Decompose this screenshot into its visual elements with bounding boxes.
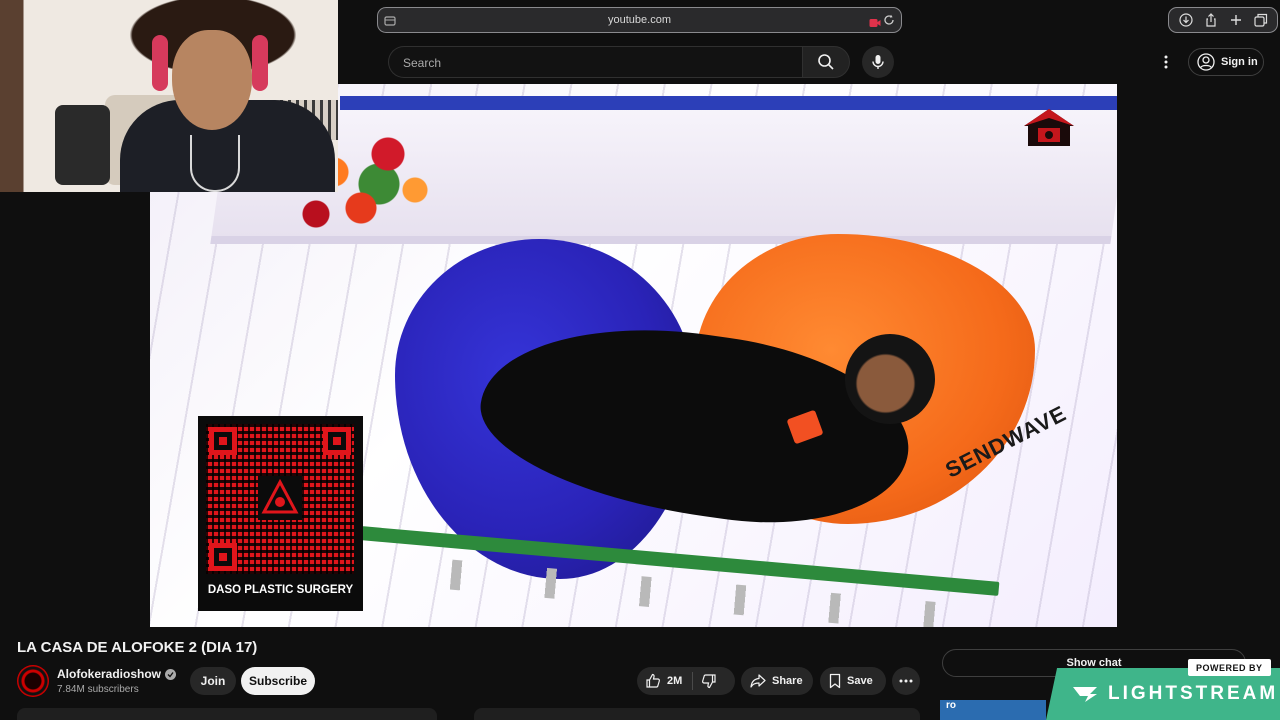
url-text: youtube.com [608, 14, 671, 26]
more-icon [899, 679, 913, 683]
more-actions-button[interactable] [892, 667, 920, 695]
video-title: LA CASA DE ALOFOKE 2 (DIA 17) [17, 639, 258, 656]
sign-in-label: Sign in [1221, 56, 1258, 68]
channel-avatar[interactable] [17, 665, 49, 697]
account-icon [1197, 53, 1215, 71]
channel-name[interactable]: Alofokeradioshow [57, 667, 161, 681]
powered-by-label: POWERED BY [1188, 659, 1271, 676]
search-button[interactable] [802, 46, 850, 78]
sign-in-button[interactable]: Sign in [1188, 48, 1264, 76]
like-icon [646, 673, 660, 688]
subscriber-count: 7.84M subscribers [57, 684, 139, 695]
qr-finder [323, 427, 351, 455]
house-logo-icon [1024, 109, 1074, 146]
plus-icon[interactable] [1228, 12, 1244, 28]
share-icon[interactable] [1203, 12, 1219, 28]
qr-finder [209, 543, 237, 571]
comments-box-edge[interactable] [474, 708, 920, 720]
share-label: Share [772, 675, 803, 687]
like-dislike-group: 2M [637, 667, 735, 695]
channel-name-row[interactable]: Alofokeradioshow [57, 667, 177, 681]
save-label: Save [847, 675, 873, 687]
like-count: 2M [667, 675, 683, 687]
video-desk-edge [340, 96, 1117, 110]
qr-code [206, 424, 354, 574]
tabs-icon[interactable] [1253, 12, 1269, 28]
video-person-head [845, 334, 935, 424]
webcam-chain [190, 135, 240, 192]
save-button[interactable]: Save [820, 667, 886, 695]
browser-actions [1168, 7, 1278, 33]
qr-finder [209, 427, 237, 455]
qr-center-logo-icon [258, 476, 302, 520]
headphones-left [152, 35, 168, 91]
dislike-icon [702, 674, 716, 689]
lightstream-brand: LIGHTSTREAM [1072, 683, 1278, 705]
webcam-streamer-face [172, 30, 252, 130]
search-input[interactable] [401, 55, 785, 71]
search-box [388, 46, 802, 78]
subscribe-button[interactable]: Subscribe [241, 667, 315, 695]
like-button[interactable]: 2M [637, 672, 694, 690]
reload-icon[interactable] [883, 13, 895, 31]
webcam-chair [55, 105, 110, 185]
search-icon [818, 54, 834, 70]
address-bar[interactable]: youtube.com [377, 7, 902, 33]
recommended-thumbnail[interactable]: ro [940, 700, 1046, 720]
download-icon[interactable] [1178, 12, 1194, 28]
verified-icon [165, 668, 177, 680]
lightstream-text: LIGHTSTREAM [1108, 683, 1279, 704]
kebab-icon [1164, 55, 1168, 69]
mic-icon [872, 55, 884, 69]
camera-icon[interactable] [869, 15, 881, 33]
qr-code-panel: DASO PLASTIC SURGERY [198, 416, 363, 611]
join-button[interactable]: Join [190, 667, 236, 695]
settings-menu-button[interactable] [1156, 52, 1176, 72]
voice-search-button[interactable] [862, 46, 894, 78]
headphones-right [252, 35, 268, 91]
share-arrow-icon [750, 674, 766, 688]
description-box-edge[interactable] [17, 708, 437, 720]
share-button[interactable]: Share [741, 667, 813, 695]
webcam-overlay [0, 0, 338, 192]
lightstream-logo-icon [1073, 687, 1097, 702]
qr-caption: DASO PLASTIC SURGERY [207, 584, 354, 596]
dislike-button[interactable] [693, 673, 717, 689]
save-icon [829, 673, 841, 689]
